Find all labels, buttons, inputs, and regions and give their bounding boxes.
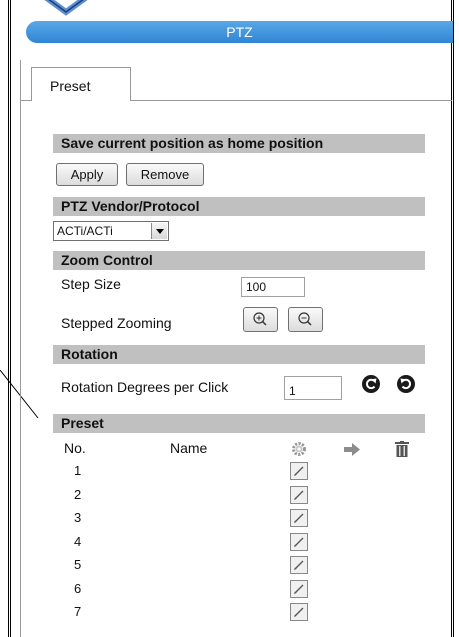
preset-row-number: 7 xyxy=(74,604,82,619)
home-position-heading: Save current position as home position xyxy=(53,134,425,153)
tab-preset[interactable]: Preset xyxy=(31,67,131,101)
pencil-icon[interactable] xyxy=(290,462,308,480)
tab-divider xyxy=(131,100,452,101)
rotation-degrees-label: Rotation Degrees per Click xyxy=(61,379,229,395)
preset-row-number: 6 xyxy=(74,580,82,596)
pencil-icon[interactable] xyxy=(290,556,308,574)
chevron-decoration-icon xyxy=(44,0,88,16)
gear-icon xyxy=(292,442,306,456)
frame-left-border xyxy=(8,0,11,637)
preset-row-number: 2 xyxy=(74,486,82,502)
pencil-icon[interactable] xyxy=(290,603,308,621)
column-name-header: Name xyxy=(170,440,208,456)
zoom-in-button[interactable] xyxy=(243,307,278,332)
zoom-control-heading: Zoom Control xyxy=(53,251,425,270)
step-size-label: Step Size xyxy=(61,276,121,292)
chevron-down-icon[interactable] xyxy=(151,223,167,239)
preset-row-number: 3 xyxy=(74,510,82,525)
preset-row-number: 1 xyxy=(74,463,82,478)
zoom-out-button[interactable] xyxy=(288,307,323,332)
zoom-in-icon xyxy=(253,312,267,326)
zoom-out-icon xyxy=(298,312,312,326)
pencil-icon[interactable] xyxy=(290,579,308,598)
step-size-input[interactable]: 100 xyxy=(241,277,305,297)
apply-button[interactable]: Apply xyxy=(56,163,118,186)
rotate-right-icon[interactable] xyxy=(396,374,416,394)
preset-row-number: 5 xyxy=(74,557,82,572)
stepped-zooming-label: Stepped Zooming xyxy=(61,315,172,331)
rotate-left-icon[interactable] xyxy=(361,374,381,394)
rotation-degrees-input[interactable]: 1 xyxy=(284,376,342,400)
vendor-protocol-value: ACTi/ACTi xyxy=(57,224,113,238)
preset-row-number: 4 xyxy=(74,533,82,549)
column-no-header: No. xyxy=(64,440,86,456)
remove-button[interactable]: Remove xyxy=(126,163,204,186)
pencil-icon[interactable] xyxy=(290,509,308,527)
vendor-protocol-select[interactable]: ACTi/ACTi xyxy=(53,221,169,241)
ptz-vendor-heading: PTZ Vendor/Protocol xyxy=(53,197,425,216)
preset-heading: Preset xyxy=(53,414,425,433)
arrow-right-icon xyxy=(344,443,360,456)
panel-title: PTZ xyxy=(26,21,453,43)
rotation-heading: Rotation xyxy=(53,345,425,364)
tab-divider-left xyxy=(20,100,31,101)
pencil-icon[interactable] xyxy=(290,532,308,551)
pencil-icon[interactable] xyxy=(290,485,308,504)
trash-icon xyxy=(395,441,409,457)
